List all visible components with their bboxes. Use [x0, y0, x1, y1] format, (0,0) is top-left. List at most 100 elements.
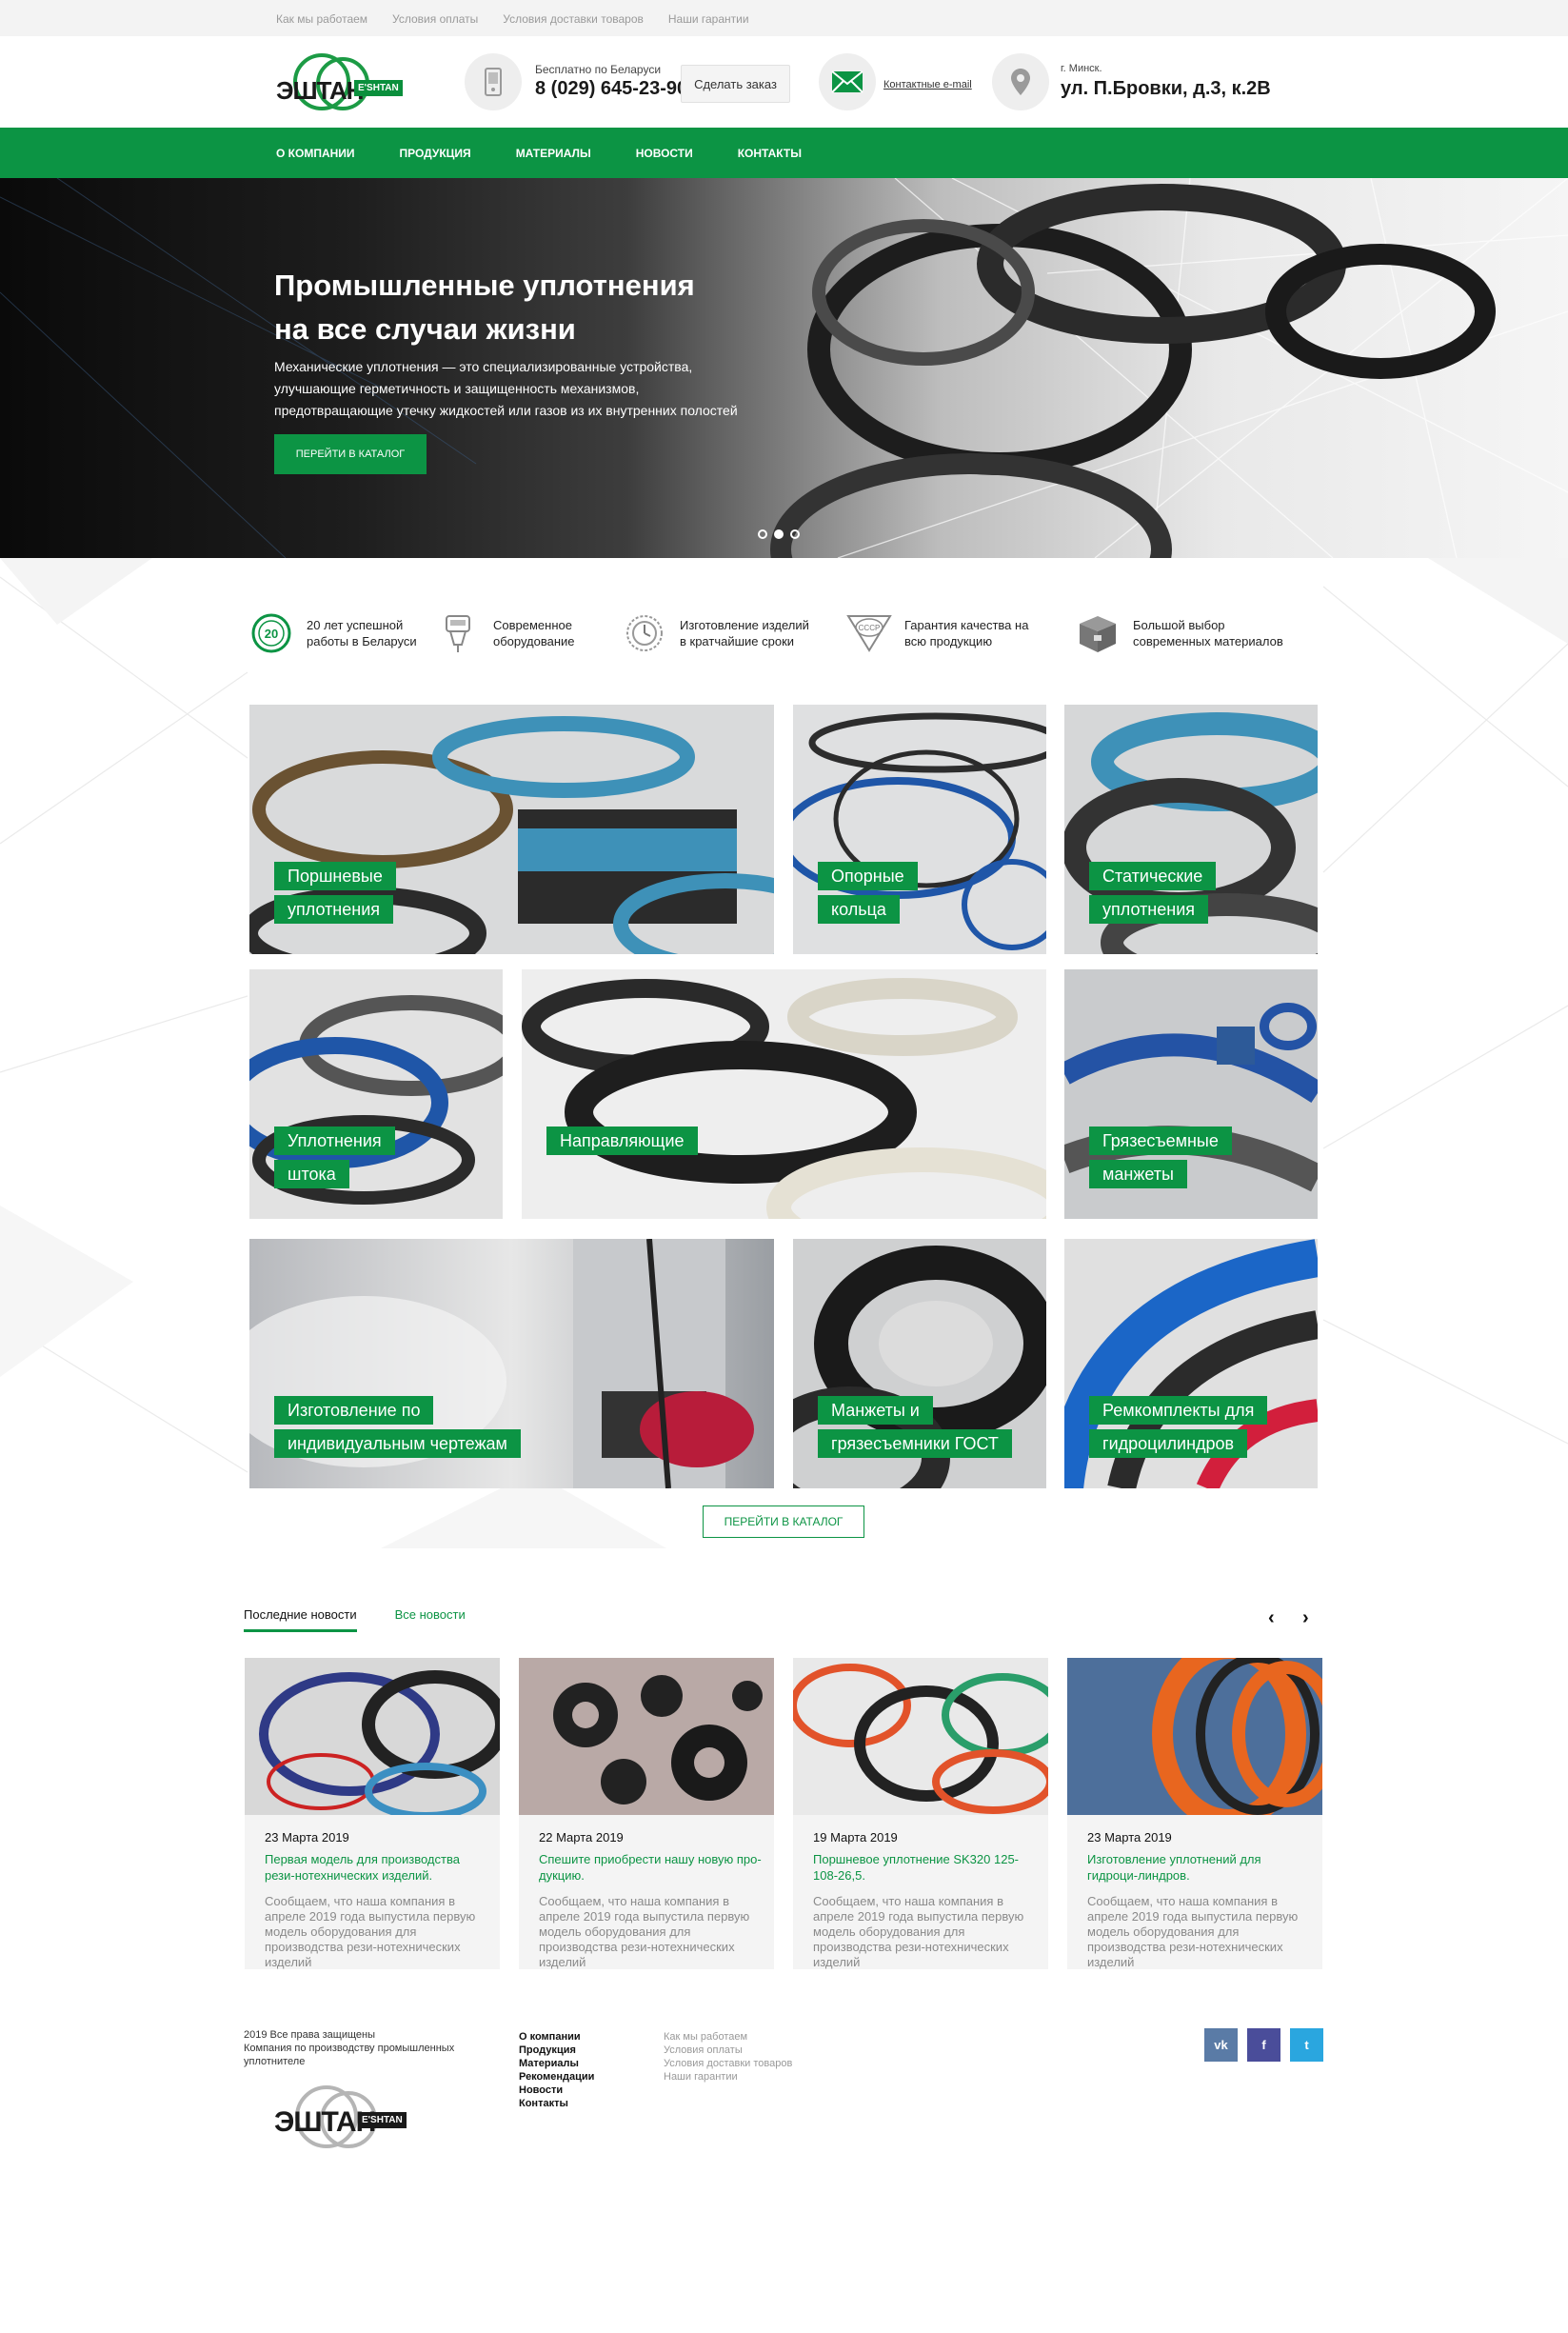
tile-label: Уплотнения штока: [274, 1127, 395, 1188]
news-next-icon[interactable]: ›: [1302, 1607, 1309, 1629]
facebook-icon[interactable]: f: [1247, 2028, 1280, 2062]
feature-text: работы в Беларуси: [307, 634, 417, 648]
catalog-tile-repair-kits[interactable]: Ремкомплекты для гидроцилиндров: [1064, 1239, 1318, 1488]
footer-link-materials[interactable]: Материалы: [519, 2057, 594, 2070]
tile-label-line1: Грязесъемные: [1089, 1127, 1232, 1155]
phone-icon: [465, 53, 522, 110]
mail-icon: [819, 53, 876, 110]
news-date: 19 Марта 2019: [813, 1830, 898, 1844]
feature-text: оборудование: [493, 634, 575, 648]
catalog-tile-rod-seals[interactable]: Уплотнения штока: [249, 969, 503, 1219]
site-header: ЭШТАН E'SHTAN Бесплатно по Беларуси 8 (0…: [0, 36, 1568, 128]
footer-secondary-menu: Как мы работаем Условия оплаты Условия д…: [664, 2030, 792, 2084]
tile-label: Ремкомплекты для гидроцилиндров: [1089, 1396, 1268, 1458]
news-card[interactable]: 22 Марта 2019 Спешите приобрести нашу но…: [519, 1658, 774, 1969]
catalog-tile-custom-drawings[interactable]: Изготовление по индивидуальным чертежам: [249, 1239, 774, 1488]
tile-label-line1: Направляющие: [546, 1127, 698, 1155]
feature-item: Изготовление изделий в кратчайшие сроки: [621, 600, 809, 667]
tile-label-line2: уплотнения: [1089, 895, 1209, 924]
tile-label-line1: Ремкомплекты для: [1089, 1396, 1268, 1425]
slider-dot[interactable]: [790, 529, 800, 539]
news-prev-icon[interactable]: ‹: [1268, 1607, 1275, 1629]
tile-label: Манжеты и грязесъемники ГОСТ: [818, 1396, 1012, 1458]
vk-icon[interactable]: vk: [1204, 2028, 1238, 2062]
news-title[interactable]: Поршневое уплотнение SK320 125-108-26,5.: [813, 1851, 1037, 1884]
news-card[interactable]: 23 Марта 2019 Первая модель для производ…: [245, 1658, 500, 1969]
tab-latest-news[interactable]: Последние новости: [244, 1607, 357, 1632]
feature-text: Современное: [493, 618, 572, 632]
news-card[interactable]: 19 Марта 2019 Поршневое уплотнение SK320…: [793, 1658, 1048, 1969]
catalog-button[interactable]: ПЕРЕЙТИ В КАТАЛОГ: [703, 1505, 864, 1538]
footer-link-recommendations[interactable]: Рекомендации: [519, 2070, 594, 2084]
tab-all-news[interactable]: Все новости: [395, 1607, 466, 1632]
tile-label: Направляющие: [546, 1127, 698, 1155]
top-link-payment[interactable]: Условия оплаты: [392, 12, 478, 26]
20-years-badge-icon: 20: [248, 609, 295, 657]
tile-label-line2: манжеты: [1089, 1160, 1187, 1188]
news-excerpt: Сообщаем, что наша компания в апреле 201…: [539, 1894, 750, 1969]
top-link-guarantees[interactable]: Наши гарантии: [668, 12, 749, 26]
news-card[interactable]: 23 Марта 2019 Изготовление уплотнений дл…: [1067, 1658, 1322, 1969]
catalog-tile-guides[interactable]: Направляющие: [522, 969, 1046, 1219]
slider-dot-active[interactable]: [774, 529, 784, 539]
footer-link-company[interactable]: О компании: [519, 2030, 594, 2044]
footer-link-payment[interactable]: Условия оплаты: [664, 2044, 792, 2057]
company-description: Компания по производству промышленных уп…: [244, 2043, 455, 2067]
quality-mark-icon: СССР: [845, 609, 893, 657]
main-nav: О КОМПАНИИ ПРОДУКЦИЯ МАТЕРИАЛЫ НОВОСТИ К…: [0, 128, 1568, 178]
address-block: г. Минск. ул. П.Бровки, д.3, к.2В: [1061, 63, 1271, 100]
features-row: 20 20 лет успешной работы в Беларуси Совр…: [248, 600, 1323, 667]
feature-item: Большой выбор современных материалов: [1074, 600, 1283, 667]
order-button[interactable]: Сделать заказ: [681, 65, 790, 103]
feature-item: 20 20 лет успешной работы в Беларуси: [248, 600, 417, 667]
hero-title-line2: на все случаи жизни: [274, 312, 576, 346]
footer-link-delivery[interactable]: Условия доставки товаров: [664, 2057, 792, 2070]
feature-text: в кратчайшие сроки: [680, 634, 795, 648]
hero-catalog-button[interactable]: ПЕРЕЙТИ В КАТАЛОГ: [274, 434, 427, 474]
twitter-icon[interactable]: t: [1290, 2028, 1323, 2062]
tile-label: Опорные кольца: [818, 862, 918, 924]
news-date: 23 Марта 2019: [265, 1830, 349, 1844]
catalog-tile-support-rings[interactable]: Опорные кольца: [793, 705, 1046, 954]
top-link-delivery[interactable]: Условия доставки товаров: [503, 12, 644, 26]
catalog-tile-static-seals[interactable]: Статические уплотнения: [1064, 705, 1318, 954]
feature-text: Большой выбор: [1133, 618, 1225, 632]
catalog-tile-gost-cuffs[interactable]: Манжеты и грязесъемники ГОСТ: [793, 1239, 1046, 1488]
news-date: 23 Марта 2019: [1087, 1830, 1172, 1844]
news-excerpt: Сообщаем, что наша компания в апреле 201…: [1087, 1894, 1299, 1969]
nav-item-company[interactable]: О КОМПАНИИ: [276, 147, 355, 160]
nav-item-products[interactable]: ПРОДУКЦИЯ: [400, 147, 471, 160]
news-image: [245, 1658, 500, 1815]
tile-label-line1: Опорные: [818, 862, 918, 890]
news-title[interactable]: Первая модель для производства рези-ноте…: [265, 1851, 488, 1884]
feature-item: СССР Гарантия качества на всю продукцию: [845, 600, 1028, 667]
slider-dot[interactable]: [758, 529, 767, 539]
phone-block: Бесплатно по Беларуси 8 (029) 645-23-90: [535, 63, 687, 100]
phone-number[interactable]: 8 (029) 645-23-90: [535, 78, 687, 100]
footer-link-news[interactable]: Новости: [519, 2084, 594, 2097]
news-title[interactable]: Изготовление уплотнений для гидроци-линд…: [1087, 1851, 1311, 1884]
nav-item-news[interactable]: НОВОСТИ: [636, 147, 693, 160]
hero-seals-image: [0, 178, 1568, 558]
tile-label-line2: индивидуальным чертежам: [274, 1429, 521, 1458]
tile-image: [522, 978, 1046, 1219]
site-logo[interactable]: ЭШТАН E'SHTAN: [274, 53, 407, 110]
email-link[interactable]: Контактные e-mail: [883, 79, 972, 90]
nav-item-materials[interactable]: МАТЕРИАЛЫ: [516, 147, 591, 160]
hero-title: Промышленные уплотнения на все случаи жи…: [274, 264, 769, 351]
news-title[interactable]: Спешите приобрести нашу новую про-дукцию…: [539, 1851, 763, 1884]
location-pin-icon: [992, 53, 1049, 110]
nav-item-contacts[interactable]: КОНТАКТЫ: [738, 147, 802, 160]
footer-logo[interactable]: ЭШТАН E'SHTAN: [274, 2085, 417, 2162]
footer-link-contacts[interactable]: Контакты: [519, 2097, 594, 2110]
city: г. Минск.: [1061, 63, 1102, 74]
footer-link-how-we-work[interactable]: Как мы работаем: [664, 2030, 792, 2044]
footer-link-products[interactable]: Продукция: [519, 2044, 594, 2057]
catalog-tile-wiper-cuffs[interactable]: Грязесъемные манжеты: [1064, 969, 1318, 1219]
footer-link-guarantees[interactable]: Наши гарантии: [664, 2070, 792, 2084]
hero-title-line1: Промышленные уплотнения: [274, 269, 695, 302]
catalog-tile-piston-seals[interactable]: Поршневые уплотнения: [249, 705, 774, 954]
tile-label: Статические уплотнения: [1089, 862, 1217, 924]
top-link-how-we-work[interactable]: Как мы работаем: [276, 12, 367, 26]
svg-text:20: 20: [265, 627, 278, 641]
